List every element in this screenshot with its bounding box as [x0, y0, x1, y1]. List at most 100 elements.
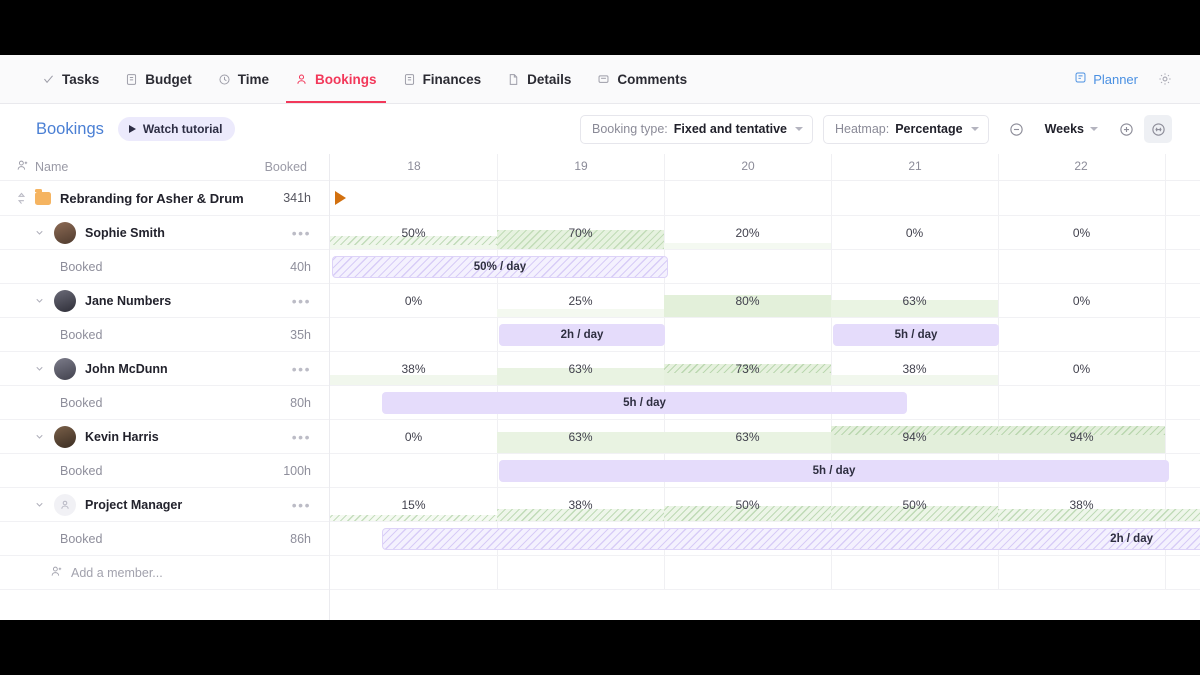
heat-value: 70% — [568, 225, 593, 240]
heatmap-select[interactable]: Heatmap: Percentage — [823, 114, 989, 144]
tab-comments[interactable]: Comments — [597, 55, 687, 103]
member-row-kevin-harris[interactable]: Kevin Harris ••• — [0, 420, 329, 454]
heat-value: 80% — [735, 293, 760, 308]
heatmap-label: Heatmap: — [835, 122, 890, 136]
comment-icon — [597, 73, 610, 86]
member-options-button[interactable]: ••• — [292, 361, 311, 377]
document-icon — [403, 73, 416, 86]
timeline-heatmap-sophie-smith: 50% 70% 20% 0% 0% — [330, 216, 1200, 250]
booked-row-john-mcdunn: Booked 80h — [0, 386, 329, 420]
member-row-project-manager[interactable]: Project Manager ••• — [0, 488, 329, 522]
grid-line — [664, 154, 665, 180]
timeline-panel[interactable]: May June 18 19 20 21 22 — [330, 154, 1200, 620]
member-options-button[interactable]: ••• — [292, 293, 311, 309]
timeline-bookings-sophie-smith: 50% / day — [330, 250, 1200, 284]
heat-value: 0% — [1072, 225, 1091, 240]
watch-tutorial-button[interactable]: Watch tutorial — [117, 117, 236, 141]
grid-line — [664, 181, 665, 215]
booking-bar[interactable]: 5h / day — [382, 392, 907, 414]
members-panel-header: Name Booked — [0, 154, 329, 181]
tab-tasks[interactable]: Tasks — [42, 55, 99, 103]
add-person-icon — [16, 159, 29, 175]
name-column-label: Name — [35, 160, 69, 174]
project-hours: 341h — [283, 191, 311, 205]
heat-value: 94% — [1069, 429, 1094, 444]
project-row[interactable]: Rebranding for Asher & Drum 341h — [0, 181, 329, 216]
heat-value: 94% — [902, 429, 927, 444]
grid-line — [831, 556, 832, 589]
project-start-marker-icon[interactable] — [335, 191, 346, 205]
heat-value: 20% — [735, 225, 760, 240]
gear-icon[interactable] — [1158, 72, 1172, 86]
booking-bar[interactable]: 50% / day — [332, 256, 668, 278]
member-row-john-mcdunn[interactable]: John McDunn ••• — [0, 352, 329, 386]
check-icon — [42, 73, 55, 86]
grid-line — [497, 318, 498, 351]
chevron-down-icon — [970, 127, 979, 131]
tab-label: Tasks — [62, 71, 100, 87]
tab-label: Budget — [145, 71, 192, 87]
tab-time[interactable]: Time — [218, 55, 269, 103]
heat-value: 0% — [1072, 293, 1091, 308]
fit-to-screen-icon[interactable] — [1144, 115, 1172, 143]
chevron-down-icon[interactable] — [34, 295, 45, 306]
zoom-out-icon[interactable] — [1003, 115, 1031, 143]
bookings-body: Name Booked Rebranding for Asher & Drum … — [0, 154, 1200, 620]
planner-button[interactable]: Planner — [1074, 71, 1138, 87]
heat-value: 63% — [735, 429, 760, 444]
heatmap-value: Percentage — [895, 122, 963, 136]
heat-value: 38% — [568, 497, 593, 512]
chevron-down-icon[interactable] — [34, 499, 45, 510]
booked-hours: 40h — [290, 259, 311, 274]
grid-line — [1165, 352, 1166, 385]
grid-line — [497, 454, 498, 487]
member-row-sophie-smith[interactable]: Sophie Smith ••• — [0, 216, 329, 250]
booked-label: Booked — [60, 531, 103, 546]
booked-label: Booked — [60, 259, 103, 274]
planner-label: Planner — [1093, 71, 1138, 87]
add-member-button[interactable]: Add a member... — [0, 556, 329, 590]
booking-bar[interactable]: 5h / day — [833, 324, 999, 346]
add-member-label: Add a member... — [71, 565, 163, 580]
timeline-row-add-member — [330, 556, 1200, 590]
file-icon — [507, 73, 520, 86]
booked-row-jane-numbers: Booked 35h — [0, 318, 329, 352]
timeline-bookings-jane-numbers: 2h / day 5h / day — [330, 318, 1200, 352]
member-options-button[interactable]: ••• — [292, 225, 311, 241]
member-options-button[interactable]: ••• — [292, 429, 311, 445]
booking-bar[interactable]: 5h / day — [499, 460, 1169, 482]
heat-value: 50% — [401, 225, 426, 240]
grid-line — [664, 556, 665, 589]
heat-value: 0% — [404, 429, 423, 444]
tab-label: Comments — [617, 71, 688, 87]
tab-details[interactable]: Details — [507, 55, 571, 103]
tab-budget[interactable]: Budget — [125, 55, 192, 103]
chevron-down-icon[interactable] — [34, 227, 45, 238]
tab-bookings[interactable]: Bookings — [286, 55, 386, 103]
add-person-icon — [50, 565, 63, 581]
sort-icon[interactable] — [16, 192, 27, 205]
member-options-button[interactable]: ••• — [292, 497, 311, 513]
member-row-jane-numbers[interactable]: Jane Numbers ••• — [0, 284, 329, 318]
heat-value: 63% — [568, 361, 593, 376]
chevron-down-icon[interactable] — [34, 363, 45, 374]
booked-row-kevin-harris: Booked 100h — [0, 454, 329, 488]
avatar — [54, 221, 76, 244]
grid-line — [1165, 154, 1166, 180]
booking-bar[interactable]: 2h / day — [499, 324, 665, 346]
timeline-bookings-kevin-harris: 5h / day — [330, 454, 1200, 488]
member-name: Sophie Smith — [85, 225, 165, 240]
add-member-label-wrap: Add a member... — [50, 565, 163, 581]
timeline-bookings-john-mcdunn: 5h / day — [330, 386, 1200, 420]
booking-type-select[interactable]: Booking type: Fixed and tentative — [580, 114, 813, 144]
booking-bar[interactable]: 2h / day — [382, 528, 1200, 550]
chevron-down-icon[interactable] — [34, 431, 45, 442]
member-name: Jane Numbers — [85, 293, 172, 308]
grid-line — [998, 250, 999, 283]
tab-finances[interactable]: Finances — [403, 55, 481, 103]
grid-line — [831, 250, 832, 283]
tab-bar: Tasks Budget Time Bookings Finances Deta… — [0, 55, 1200, 104]
booked-row-project-manager: Booked 86h — [0, 522, 329, 556]
zoom-level-select[interactable]: Weeks — [1035, 122, 1108, 136]
zoom-in-icon[interactable] — [1112, 115, 1140, 143]
